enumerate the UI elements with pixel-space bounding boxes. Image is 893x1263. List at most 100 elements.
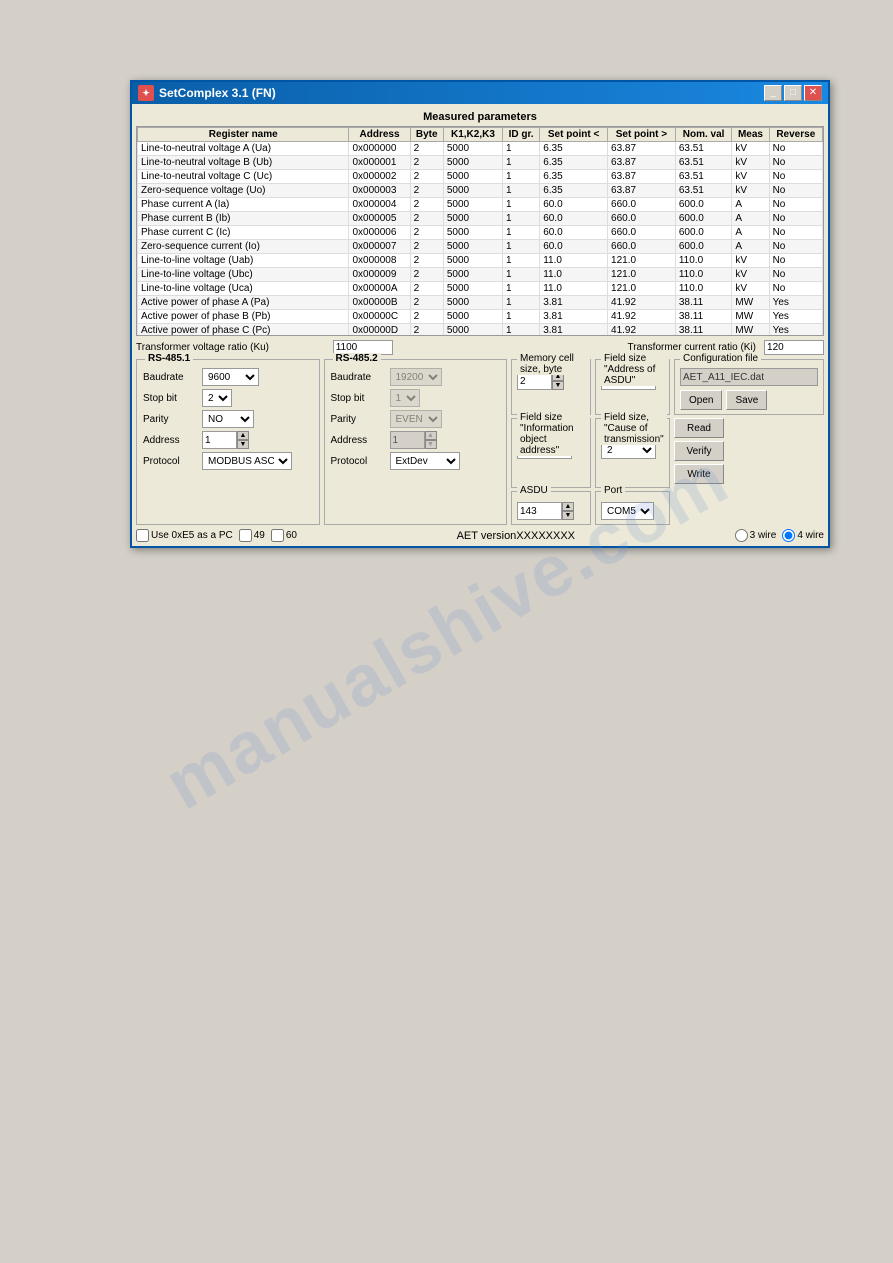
rs485-1-parity-select[interactable]: NO EVEN ODD [202,410,254,428]
table-row[interactable]: Phase current A (Ia)0x00000425000160.066… [138,198,823,212]
table-cell: Phase current B (Ib) [138,212,349,226]
maximize-button[interactable]: □ [784,85,802,101]
asdu-up[interactable]: ▲ [562,502,574,511]
memory-cell-box: Memory cell size, byte ▲ ▼ [511,359,591,415]
save-button[interactable]: Save [726,390,767,410]
col-register-name: Register name [138,128,349,142]
table-cell: 38.11 [675,324,732,337]
rs485-1-address-up[interactable]: ▲ [237,431,249,440]
table-row[interactable]: Zero-sequence voltage (Uo)0x000003250001… [138,184,823,198]
rs485-2-address-up-disabled: ▲ [425,431,437,440]
transformer-current-input[interactable] [764,340,824,355]
radio-3wire[interactable] [735,529,748,542]
rs485-1-baudrate-select[interactable]: 9600 19200 38400 115200 [202,368,259,386]
table-cell: 63.87 [608,142,676,156]
col-set-point-gt: Set point > [608,128,676,142]
table-cell: No [769,268,822,282]
table-cell: 1 [503,198,540,212]
field-size-info-box: Field size"Information objectaddress" 2 … [511,418,591,488]
rs485-1-address-input[interactable] [202,431,237,449]
rs485-1-protocol-label: Protocol [143,456,198,467]
table-row[interactable]: Active power of phase C (Pc)0x00000D2500… [138,324,823,337]
asdu-box: ASDU ▲ ▼ [511,491,591,525]
table-row[interactable]: Active power of phase A (Pa)0x00000B2500… [138,296,823,310]
table-cell: 0x000007 [349,240,410,254]
table-cell: 0x000000 [349,142,410,156]
table-cell: 3.81 [540,296,608,310]
table-cell: 2 [410,296,443,310]
table-row[interactable]: Line-to-line voltage (Ubc)0x000009250001… [138,268,823,282]
memory-cell-down[interactable]: ▼ [552,381,564,390]
col-byte: Byte [410,128,443,142]
table-row[interactable]: Active power of phase B (Pb)0x00000C2500… [138,310,823,324]
rs485-1-stopbit-select[interactable]: 1 2 [202,389,232,407]
rs485-1-protocol-select[interactable]: MODBUS ASCII MODBUS RTU [202,452,292,470]
table-cell: 1 [503,184,540,198]
params-table-container[interactable]: Register name Address Byte K1,K2,K3 ID g… [136,126,824,336]
checkbox-49[interactable] [239,529,252,542]
rs485-1-baudrate-label: Baudrate [143,372,198,383]
config-file-input[interactable] [680,368,818,386]
table-cell: Yes [769,310,822,324]
table-cell: Line-to-neutral voltage C (Uc) [138,170,349,184]
checkbox-49-text: 49 [254,530,265,541]
table-body: Line-to-neutral voltage A (Ua)0x00000025… [138,142,823,337]
table-cell: 2 [410,170,443,184]
rs485-2-protocol-select[interactable]: ExtDev IEC 60870 [390,452,460,470]
table-cell: No [769,282,822,296]
table-row[interactable]: Line-to-neutral voltage A (Ua)0x00000025… [138,142,823,156]
radio-3wire-label[interactable]: 3 wire [735,529,777,542]
write-button[interactable]: Write [674,464,724,484]
table-cell: 60.0 [540,198,608,212]
right-column: Memory cell size, byte ▲ ▼ Field size"Ad… [511,359,824,525]
table-cell: 6.35 [540,170,608,184]
table-row[interactable]: Line-to-neutral voltage C (Uc)0x00000225… [138,170,823,184]
radio-4wire-label[interactable]: 4 wire [782,529,824,542]
table-row[interactable]: Line-to-line voltage (Uca)0x00000A250001… [138,282,823,296]
table-row[interactable]: Zero-sequence current (Io)0x000007250001… [138,240,823,254]
use-0xe5-label[interactable]: Use 0xE5 as a PC [136,529,233,542]
field-size-cause-box: Field size,"Cause oftransmission" 2 3 [595,418,670,488]
rs485-1-box: RS-485.1 Baudrate 9600 19200 38400 11520… [136,359,320,525]
table-row[interactable]: Line-to-neutral voltage B (Ub)0x00000125… [138,156,823,170]
rs485-1-address-down[interactable]: ▼ [237,440,249,449]
read-button[interactable]: Read [674,418,724,438]
table-cell: 5000 [443,142,502,156]
open-button[interactable]: Open [680,390,722,410]
port-select[interactable]: COM1 COM2 COM3 COM4 COM5 COM6 [601,502,654,520]
table-cell: 5000 [443,226,502,240]
checkbox-60-label[interactable]: 60 [271,529,297,542]
version-text: AET versionXXXXXXXX [303,530,729,542]
field-size-info-title: Field size"Information objectaddress" [517,412,590,456]
use-0xe5-checkbox[interactable] [136,529,149,542]
table-cell: Line-to-line voltage (Uca) [138,282,349,296]
table-cell: 5000 [443,156,502,170]
asdu-down[interactable]: ▼ [562,511,574,520]
table-cell: Phase current C (Ic) [138,226,349,240]
close-button[interactable]: ✕ [804,85,822,101]
col-nom-val: Nom. val [675,128,732,142]
table-cell: 63.51 [675,170,732,184]
verify-button[interactable]: Verify [674,441,724,461]
rs485-1-baudrate-row: Baudrate 9600 19200 38400 115200 [143,368,313,386]
checkbox-60[interactable] [271,529,284,542]
col-address: Address [349,128,410,142]
table-cell: 11.0 [540,268,608,282]
table-cell: 5000 [443,240,502,254]
asdu-input[interactable] [517,502,562,520]
table-cell: 600.0 [675,226,732,240]
config-file-title: Configuration file [680,353,761,364]
minimize-button[interactable]: _ [764,85,782,101]
table-row[interactable]: Phase current C (Ic)0x00000625000160.066… [138,226,823,240]
table-row[interactable]: Line-to-line voltage (Uab)0x000008250001… [138,254,823,268]
checkbox-60-text: 60 [286,530,297,541]
table-row[interactable]: Phase current B (Ib)0x00000525000160.066… [138,212,823,226]
table-cell: No [769,198,822,212]
table-cell: 63.87 [608,156,676,170]
table-cell: 6.35 [540,142,608,156]
table-cell: 63.87 [608,184,676,198]
checkbox-49-label[interactable]: 49 [239,529,265,542]
table-cell: Line-to-line voltage (Ubc) [138,268,349,282]
table-cell: 11.0 [540,282,608,296]
radio-4wire[interactable] [782,529,795,542]
